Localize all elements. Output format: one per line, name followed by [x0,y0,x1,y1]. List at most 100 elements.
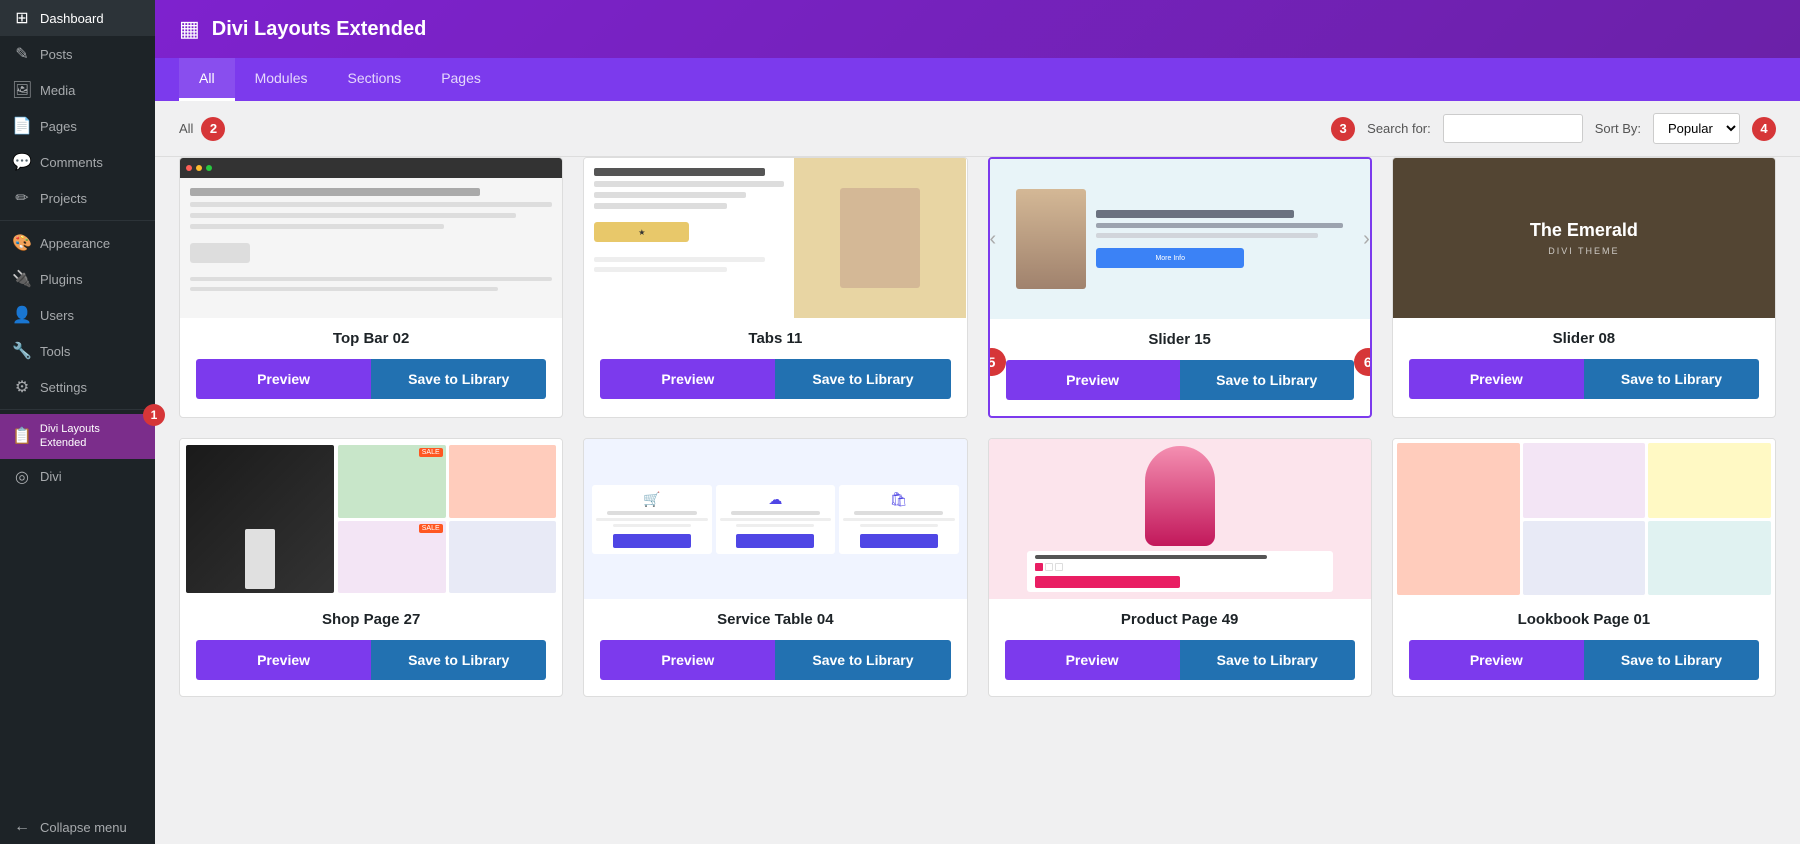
card-actions-slider15: 5 Preview Save to Library 6 [990,360,1370,416]
divi-icon: ◎ [12,467,32,487]
save-button-slider08[interactable]: Save to Library [1584,359,1759,399]
badge-6: 6 [1354,348,1372,376]
sidebar-item-label: Media [40,83,75,98]
tab-sections[interactable]: Sections [327,58,421,101]
sidebar-item-collapse[interactable]: ← Collapse menu [0,810,155,844]
card-actions-product49: Preview Save to Library [989,640,1371,696]
card-title-product49: Product Page 49 [989,599,1371,640]
preview-button-service04[interactable]: Preview [600,640,775,680]
media-icon: 🖼 [12,80,32,100]
card-title-shop27: Shop Page 27 [180,599,562,640]
card-title-lookbook01: Lookbook Page 01 [1393,599,1775,640]
dashboard-icon: ⊞ [12,8,32,28]
sidebar-item-dashboard[interactable]: ⊞ Dashboard [0,0,155,36]
card-title-service04: Service Table 04 [584,599,966,640]
preview-button-shop27[interactable]: Preview [196,640,371,680]
card-thumb-lookbook [1393,439,1775,599]
plugin-header: ▦ Divi Layouts Extended [155,0,1800,58]
sidebar-item-label: Pages [40,119,77,134]
sidebar-item-label: Plugins [40,272,83,287]
sidebar: ⊞ Dashboard ✎ Posts 🖼 Media 📄 Pages 💬 Co… [0,0,155,844]
search-label: Search for: [1367,121,1431,136]
plugin-header-icon: ▦ [179,16,200,42]
comments-icon: 💬 [12,152,32,172]
sidebar-item-comments[interactable]: 💬 Comments [0,144,155,180]
pages-icon: 📄 [12,116,32,136]
emerald-title: The Emerald [1530,220,1638,241]
filter-bar: All 2 3 Search for: Sort By: Popular New… [155,101,1800,157]
sidebar-item-divi[interactable]: ◎ Divi [0,459,155,495]
sidebar-item-divi-layouts-extended[interactable]: 📋 Divi Layouts Extended 1 [0,414,155,459]
card-actions-tabs: Preview Save to Library [584,359,966,415]
card-title-slider15: Slider 15 [990,319,1370,360]
save-button-tabs[interactable]: Save to Library [775,359,950,399]
projects-icon: ✏ [12,188,32,208]
tab-pages[interactable]: Pages [421,58,501,101]
card-thumb-shop: SALE SALE [180,439,562,599]
save-button-shop27[interactable]: Save to Library [371,640,546,680]
card-tabs-11: ★ Tabs 11 Preview Save to Library [583,157,967,418]
cards-grid: Top Bar 02 Preview Save to Library [179,157,1776,697]
sidebar-item-label: Divi [40,469,62,484]
card-slider-08: The Emerald DIVI THEME Slider 08 Preview… [1392,157,1776,418]
plugins-icon: 🔌 [12,269,32,289]
preview-button-slider15[interactable]: Preview [1006,360,1180,400]
cards-area: Top Bar 02 Preview Save to Library [155,157,1800,844]
sidebar-item-projects[interactable]: ✏ Projects [0,180,155,216]
card-actions-slider08: Preview Save to Library [1393,359,1775,415]
sidebar-item-pages[interactable]: 📄 Pages [0,108,155,144]
collapse-icon: ← [12,818,32,836]
users-icon: 👤 [12,305,32,325]
card-actions-lookbook01: Preview Save to Library [1393,640,1775,696]
card-title-tabs: Tabs 11 [584,318,966,359]
sidebar-item-media[interactable]: 🖼 Media [0,72,155,108]
card-thumb-tabs: ★ [584,158,966,318]
tab-all[interactable]: All [179,58,235,101]
search-input[interactable] [1443,114,1583,143]
tools-icon: 🔧 [12,341,32,361]
card-lookbook-page-01: Lookbook Page 01 Preview Save to Library [1392,438,1776,697]
sidebar-item-label: Dashboard [40,11,104,26]
save-button-topbar[interactable]: Save to Library [371,359,546,399]
emerald-subtitle: DIVI THEME [1548,246,1619,256]
plugin-header-title: Divi Layouts Extended [212,18,427,41]
divi-layouts-icon: 📋 [12,426,32,446]
sort-label: Sort By: [1595,121,1641,136]
appearance-icon: 🎨 [12,233,32,253]
sidebar-item-label: Divi Layouts Extended [40,422,143,451]
tab-modules[interactable]: Modules [235,58,328,101]
badge-2: 2 [201,117,225,141]
sort-select[interactable]: Popular Newest Oldest [1653,113,1740,144]
sidebar-item-label: Appearance [40,236,110,251]
card-actions-topbar: Preview Save to Library [180,359,562,415]
sidebar-item-users[interactable]: 👤 Users [0,297,155,333]
sidebar-item-settings[interactable]: ⚙ Settings [0,369,155,405]
sidebar-item-tools[interactable]: 🔧 Tools [0,333,155,369]
save-button-slider15[interactable]: Save to Library [1180,360,1354,400]
save-button-product49[interactable]: Save to Library [1180,640,1355,680]
settings-icon: ⚙ [12,377,32,397]
preview-button-slider08[interactable]: Preview [1409,359,1584,399]
sidebar-item-plugins[interactable]: 🔌 Plugins [0,261,155,297]
sidebar-item-posts[interactable]: ✎ Posts [0,36,155,72]
nav-tabs: All Modules Sections Pages [155,58,1800,101]
card-thumb-product [989,439,1371,599]
sidebar-item-appearance[interactable]: 🎨 Appearance [0,225,155,261]
card-actions-service04: Preview Save to Library [584,640,966,696]
sidebar-item-label: Posts [40,47,73,62]
preview-button-lookbook01[interactable]: Preview [1409,640,1584,680]
card-service-table-04: 🛒 ☁ [583,438,967,697]
card-thumb-service: 🛒 ☁ [584,439,966,599]
preview-button-topbar[interactable]: Preview [196,359,371,399]
preview-button-product49[interactable]: Preview [1005,640,1180,680]
sidebar-item-label: Users [40,308,74,323]
save-button-lookbook01[interactable]: Save to Library [1584,640,1759,680]
sidebar-item-label: Comments [40,155,103,170]
posts-icon: ✎ [12,44,32,64]
save-button-service04[interactable]: Save to Library [775,640,950,680]
preview-button-tabs[interactable]: Preview [600,359,775,399]
filter-all-label[interactable]: All [179,121,193,136]
card-title-slider08: Slider 08 [1393,318,1775,359]
card-top-bar-02: Top Bar 02 Preview Save to Library [179,157,563,418]
card-thumb-slider: ‹ More Info › [990,159,1370,319]
